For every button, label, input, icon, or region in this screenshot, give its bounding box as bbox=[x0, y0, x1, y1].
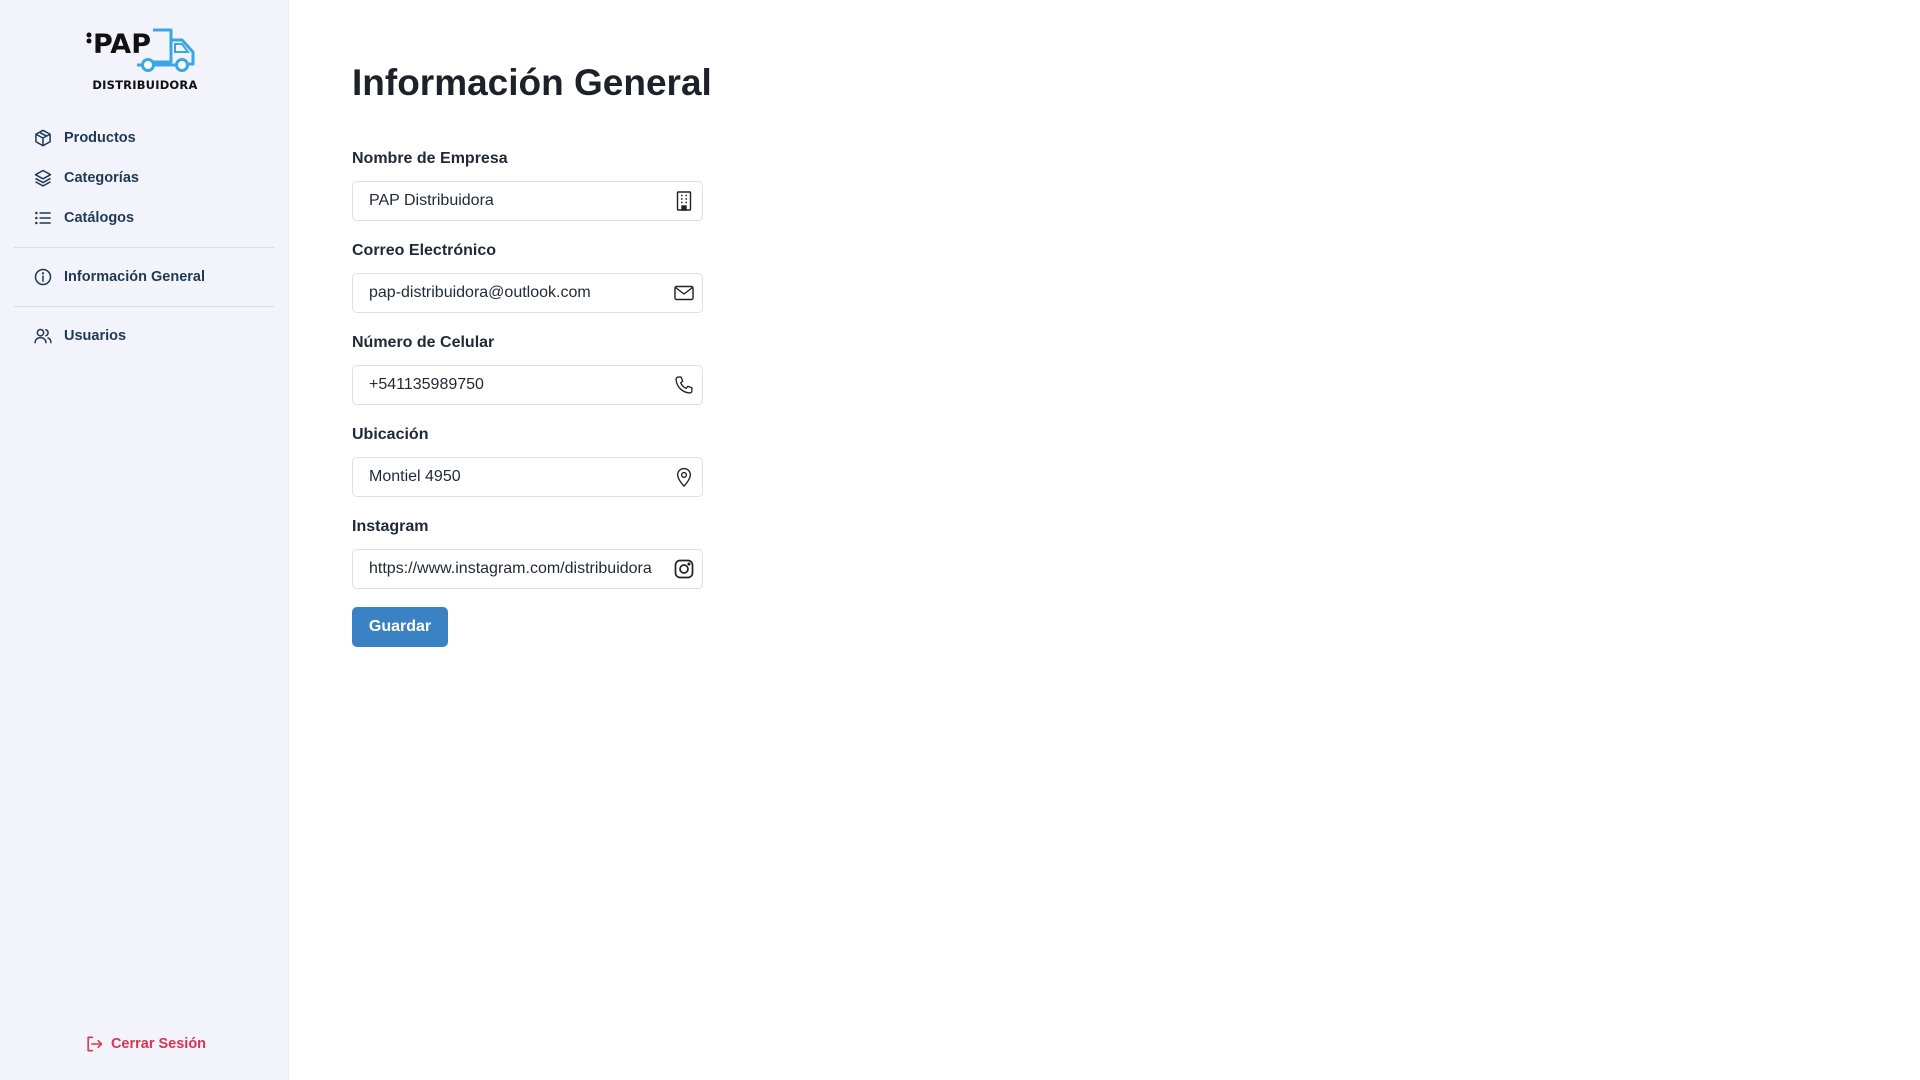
brand-logo[interactable]: PAP DISTRIBUIDORA bbox=[85, 26, 205, 92]
info-icon bbox=[32, 266, 54, 288]
list-icon bbox=[32, 207, 54, 229]
instagram-field: Instagram bbox=[352, 516, 703, 589]
instagram-input[interactable] bbox=[353, 550, 663, 588]
location-input[interactable] bbox=[353, 458, 663, 496]
input-container bbox=[352, 549, 703, 589]
page-title: Información General bbox=[352, 62, 712, 103]
company-name-field: Nombre de Empresa bbox=[352, 148, 703, 221]
sidebar-item-catalogos[interactable]: Catálogos bbox=[14, 198, 274, 238]
sidebar-item-informacion-general[interactable]: Información General bbox=[14, 257, 274, 297]
field-label: Instagram bbox=[352, 518, 429, 535]
envelope-icon bbox=[674, 283, 694, 303]
logout-button[interactable]: Cerrar Sesión bbox=[0, 1031, 289, 1057]
sidebar-item-label: Usuarios bbox=[64, 328, 127, 344]
logout-label: Cerrar Sesión bbox=[110, 1036, 207, 1052]
truck-logo-icon: PAP bbox=[86, 28, 195, 72]
layers-icon bbox=[32, 167, 54, 189]
sidebar-item-usuarios[interactable]: Usuarios bbox=[14, 316, 274, 356]
box-icon bbox=[32, 127, 54, 149]
input-container bbox=[352, 457, 703, 497]
field-label: Ubicación bbox=[352, 426, 429, 443]
sidebar-item-label: Catálogos bbox=[64, 210, 135, 226]
email-field: Correo Electrónico bbox=[352, 240, 703, 313]
location-field: Ubicación bbox=[352, 424, 703, 497]
field-label: Nombre de Empresa bbox=[352, 150, 508, 167]
sidebar-item-label: Productos bbox=[64, 130, 136, 146]
input-container bbox=[352, 365, 703, 405]
phone-input[interactable] bbox=[353, 366, 663, 404]
sidebar: PAP DISTRIBUIDORA Productos Categorías C… bbox=[0, 0, 289, 1080]
input-container bbox=[352, 273, 703, 313]
phone-icon bbox=[674, 375, 694, 395]
sidebar-nav: Productos Categorías Catálogos Informaci… bbox=[14, 118, 274, 356]
logout-icon bbox=[83, 1033, 105, 1055]
map-pin-icon bbox=[674, 467, 694, 487]
sidebar-item-label: Información General bbox=[64, 269, 206, 285]
save-button[interactable]: Guardar bbox=[352, 607, 448, 647]
sidebar-item-categorias[interactable]: Categorías bbox=[14, 158, 274, 198]
users-icon bbox=[32, 325, 54, 347]
building-icon bbox=[674, 191, 694, 211]
logo-text: PAP bbox=[93, 29, 151, 60]
input-container bbox=[352, 181, 703, 221]
logo-subtitle: DISTRIBUIDORA bbox=[92, 78, 198, 92]
phone-field: Número de Celular bbox=[352, 332, 703, 405]
sidebar-item-productos[interactable]: Productos bbox=[14, 118, 274, 158]
instagram-icon bbox=[674, 559, 694, 579]
sidebar-item-label: Categorías bbox=[64, 170, 139, 186]
field-label: Número de Celular bbox=[352, 334, 495, 351]
field-label: Correo Electrónico bbox=[352, 242, 497, 259]
company-name-input[interactable] bbox=[353, 182, 663, 220]
nav-divider bbox=[14, 247, 274, 248]
nav-divider bbox=[14, 306, 274, 307]
email-input[interactable] bbox=[353, 274, 663, 312]
